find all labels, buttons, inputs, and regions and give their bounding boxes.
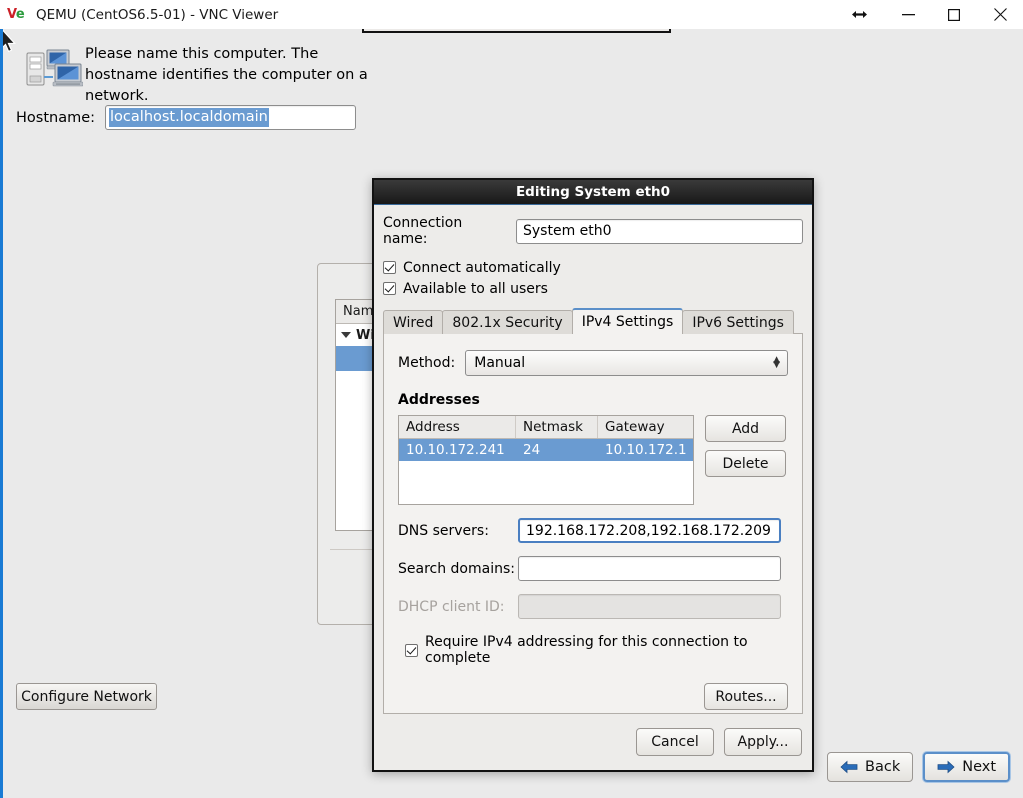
minimize-icon[interactable]: [885, 0, 931, 29]
next-button-label: Next: [962, 759, 996, 775]
require-ipv4-row[interactable]: Require IPv4 addressing for this connect…: [398, 634, 788, 666]
dialog-body: Connection name: System eth0 Connect aut…: [374, 205, 812, 770]
connection-name-input[interactable]: System eth0: [516, 218, 803, 244]
editing-connection-dialog: Editing System eth0 Connection name: Sys…: [372, 178, 814, 772]
arrow-right-icon: [937, 760, 955, 774]
addresses-table[interactable]: Address Netmask Gateway 10.10.172.241 24…: [398, 415, 694, 505]
table-row[interactable]: 10.10.172.241 24 10.10.172.1: [399, 439, 693, 461]
cell-gateway: 10.10.172.1: [605, 442, 687, 458]
method-row: Method: Manual ▲ ▼: [398, 350, 788, 376]
maximize-glyph: [948, 8, 960, 21]
resize-arrows-glyph: [851, 11, 867, 18]
dialog-titlebar: Editing System eth0: [374, 180, 812, 205]
window-controls: [833, 0, 1023, 29]
tab-wired[interactable]: Wired: [383, 310, 444, 334]
close-icon[interactable]: [977, 0, 1023, 29]
chevron-down-icon[interactable]: [341, 332, 351, 338]
method-label: Method:: [398, 355, 456, 371]
dhcp-client-id-row: DHCP client ID:: [398, 594, 788, 619]
hostname-description: Please name this computer. The hostname …: [85, 46, 368, 104]
available-all-users-label: Available to all users: [403, 280, 548, 297]
add-button[interactable]: Add: [705, 415, 786, 442]
resize-icon[interactable]: [833, 0, 885, 29]
connection-name-row: Connection name: System eth0: [383, 215, 803, 247]
routes-button[interactable]: Routes...: [704, 683, 788, 710]
search-domains-label: Search domains:: [398, 560, 515, 577]
vnc-logo-letter-e: e: [15, 6, 25, 22]
dialog-title: Editing System eth0: [515, 184, 671, 200]
routes-wrapper: Routes...: [398, 683, 788, 710]
cell-netmask: 24: [523, 442, 541, 458]
dns-servers-value: 192.168.172.208,192.168.172.209: [526, 522, 771, 539]
mouse-cursor-icon: [3, 29, 16, 53]
available-all-users-checkbox[interactable]: [383, 282, 396, 295]
minimize-glyph: [901, 14, 915, 16]
next-button[interactable]: Next: [923, 752, 1010, 782]
tab-ipv4-settings[interactable]: IPv4 Settings: [571, 308, 684, 334]
dns-servers-input[interactable]: 192.168.172.208,192.168.172.209: [518, 518, 781, 543]
dhcp-client-id-input: [518, 594, 781, 619]
dns-servers-row: DNS servers: 192.168.172.208,192.168.172…: [398, 518, 788, 543]
vnc-logo-icon: Ve: [7, 7, 29, 23]
vnc-screen[interactable]: Please name this computer. The hostname …: [0, 29, 1023, 798]
method-selected-value: Manual: [474, 355, 526, 371]
window-title: QEMU (CentOS6.5-01) - VNC Viewer: [36, 6, 279, 23]
wizard-navigation: Back Next: [817, 752, 1010, 782]
arrow-left-icon: [840, 760, 858, 774]
dns-servers-label: DNS servers:: [398, 522, 489, 539]
require-ipv4-checkbox[interactable]: [405, 643, 418, 657]
maximize-icon[interactable]: [931, 0, 977, 29]
computer-network-icon: [26, 49, 83, 87]
back-button-label: Back: [865, 759, 901, 775]
method-select[interactable]: Manual ▲ ▼: [465, 350, 788, 376]
hostname-input-value: localhost.localdomain: [109, 108, 269, 127]
column-header-gateway: Gateway: [605, 419, 665, 435]
connect-automatically-checkbox[interactable]: [383, 261, 396, 274]
require-ipv4-label: Require IPv4 addressing for this connect…: [425, 634, 748, 666]
hostname-label: Hostname:: [16, 109, 96, 126]
address-buttons: Add Delete: [705, 415, 786, 505]
tab-8021x-security[interactable]: 802.1x Security: [442, 310, 573, 334]
delete-button[interactable]: Delete: [705, 450, 786, 477]
search-domains-input[interactable]: [518, 556, 781, 581]
connect-automatically-label: Connect automatically: [403, 259, 561, 276]
column-header-address: Address: [399, 416, 516, 438]
dhcp-client-id-label: DHCP client ID:: [398, 598, 505, 615]
connect-automatically-row[interactable]: Connect automatically: [383, 257, 803, 278]
dialog-footer: Cancel Apply...: [374, 714, 812, 770]
ipv4-settings-panel: Method: Manual ▲ ▼ Addresses Address Net…: [383, 333, 803, 714]
addresses-area: Address Netmask Gateway 10.10.172.241 24…: [398, 415, 788, 505]
connection-name-value: System eth0: [523, 223, 612, 239]
hostname-input[interactable]: localhost.localdomain: [105, 105, 357, 130]
back-button[interactable]: Back: [827, 752, 914, 782]
tab-bar: Wired 802.1x Security IPv4 Settings IPv6…: [383, 308, 803, 334]
addresses-section-title: Addresses: [398, 392, 480, 408]
addresses-table-header: Address Netmask Gateway: [399, 416, 693, 439]
tab-ipv6-settings[interactable]: IPv6 Settings: [682, 310, 794, 334]
cell-address: 10.10.172.241: [406, 442, 505, 458]
clipped-window-above: [362, 29, 671, 33]
chevron-updown-icon: ▲ ▼: [773, 355, 780, 370]
apply-button[interactable]: Apply...: [724, 728, 802, 756]
close-glyph: [993, 8, 1007, 21]
connection-name-label: Connection name:: [383, 215, 463, 247]
hostname-row: Hostname: localhost.localdomain: [16, 105, 357, 130]
arrow-left-glyph: [840, 760, 858, 774]
vnc-logo-letter-v: V: [7, 6, 16, 22]
window-titlebar: Ve QEMU (CentOS6.5-01) - VNC Viewer: [0, 0, 1023, 29]
column-header-netmask: Netmask: [516, 416, 598, 438]
search-domains-row: Search domains:: [398, 556, 788, 581]
available-all-users-row[interactable]: Available to all users: [383, 278, 803, 299]
arrow-right-glyph: [937, 760, 955, 774]
configure-network-button[interactable]: Configure Network: [16, 683, 157, 710]
cancel-button[interactable]: Cancel: [636, 728, 714, 756]
